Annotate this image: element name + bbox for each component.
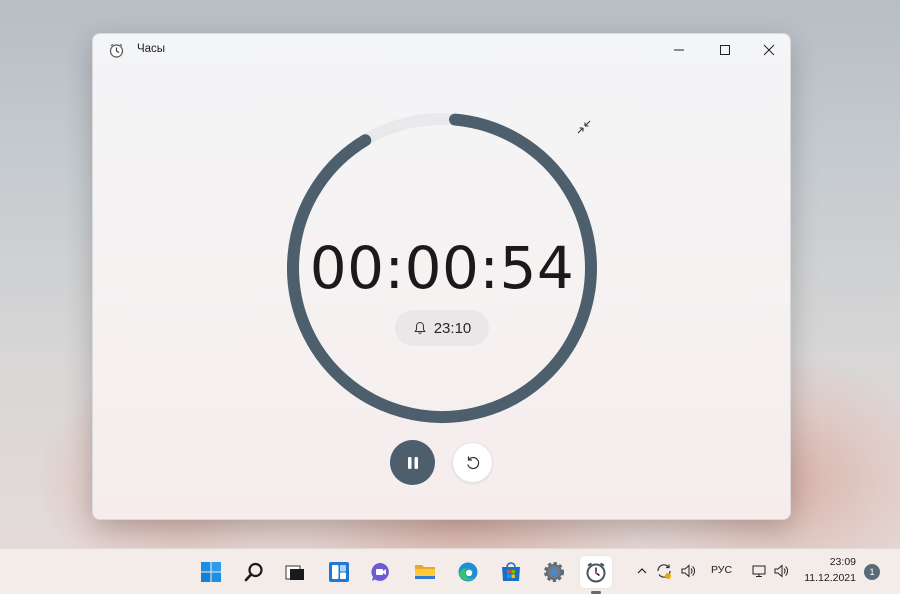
- network-icon: [752, 565, 766, 577]
- close-icon: [763, 44, 775, 56]
- store-button[interactable]: [495, 556, 527, 588]
- search-button[interactable]: [238, 556, 270, 588]
- settings-icon: [544, 562, 564, 582]
- task-view-button[interactable]: [279, 556, 311, 588]
- minimize-icon: [674, 49, 684, 51]
- maximize-button[interactable]: [702, 34, 748, 66]
- title-bar: Часы: [93, 34, 790, 66]
- pause-button[interactable]: [390, 440, 435, 485]
- volume-icon: [774, 564, 788, 578]
- taskbar: РУС 23:09 11.12.2021 1: [0, 548, 900, 594]
- language-indicator[interactable]: РУС: [711, 564, 732, 576]
- sync-update-icon: [657, 564, 671, 579]
- start-button[interactable]: [195, 556, 227, 588]
- bell-icon: [413, 321, 426, 334]
- pause-icon: [407, 456, 418, 469]
- alarm-end-chip: 23:10: [395, 310, 489, 346]
- store-icon: [502, 562, 520, 581]
- edge-icon: [458, 562, 478, 582]
- clock-app-window: Часы 00:00:54 23:10: [92, 33, 791, 520]
- search-icon: [244, 562, 263, 582]
- tray-overflow-button[interactable]: [633, 562, 651, 580]
- widgets-button[interactable]: [323, 556, 355, 588]
- chevron-up-icon: [637, 568, 647, 574]
- volume-status-button[interactable]: [772, 562, 790, 580]
- settings-button[interactable]: [538, 556, 570, 588]
- task-view-icon: [285, 565, 304, 580]
- edge-button[interactable]: [452, 556, 484, 588]
- system-clock-time[interactable]: 23:09: [804, 556, 856, 568]
- maximize-icon: [720, 45, 730, 55]
- clock-app-icon: [586, 562, 606, 583]
- file-explorer-button[interactable]: [409, 556, 441, 588]
- notification-badge[interactable]: 1: [864, 564, 880, 580]
- clock-app-taskbar-button[interactable]: [580, 556, 612, 588]
- widgets-icon: [329, 562, 349, 582]
- speaker-icon: [681, 564, 695, 578]
- chat-icon: [371, 562, 389, 581]
- window-title: Часы: [137, 43, 166, 55]
- minimize-button[interactable]: [656, 34, 702, 66]
- system-clock-date[interactable]: 11.12.2021: [796, 572, 856, 584]
- update-tray-button[interactable]: [655, 562, 673, 580]
- clock-app-icon: [109, 43, 124, 58]
- windows-start-icon: [201, 562, 221, 582]
- file-explorer-icon: [415, 565, 435, 579]
- timer-countdown: 00:00:54: [309, 234, 575, 302]
- reset-icon: [466, 456, 479, 469]
- reset-button[interactable]: [452, 442, 493, 483]
- chat-button[interactable]: [365, 556, 397, 588]
- network-tray-button[interactable]: [750, 562, 768, 580]
- close-button[interactable]: [746, 34, 790, 66]
- alarm-end-time: 23:10: [433, 319, 472, 337]
- volume-tray-button[interactable]: [679, 562, 697, 580]
